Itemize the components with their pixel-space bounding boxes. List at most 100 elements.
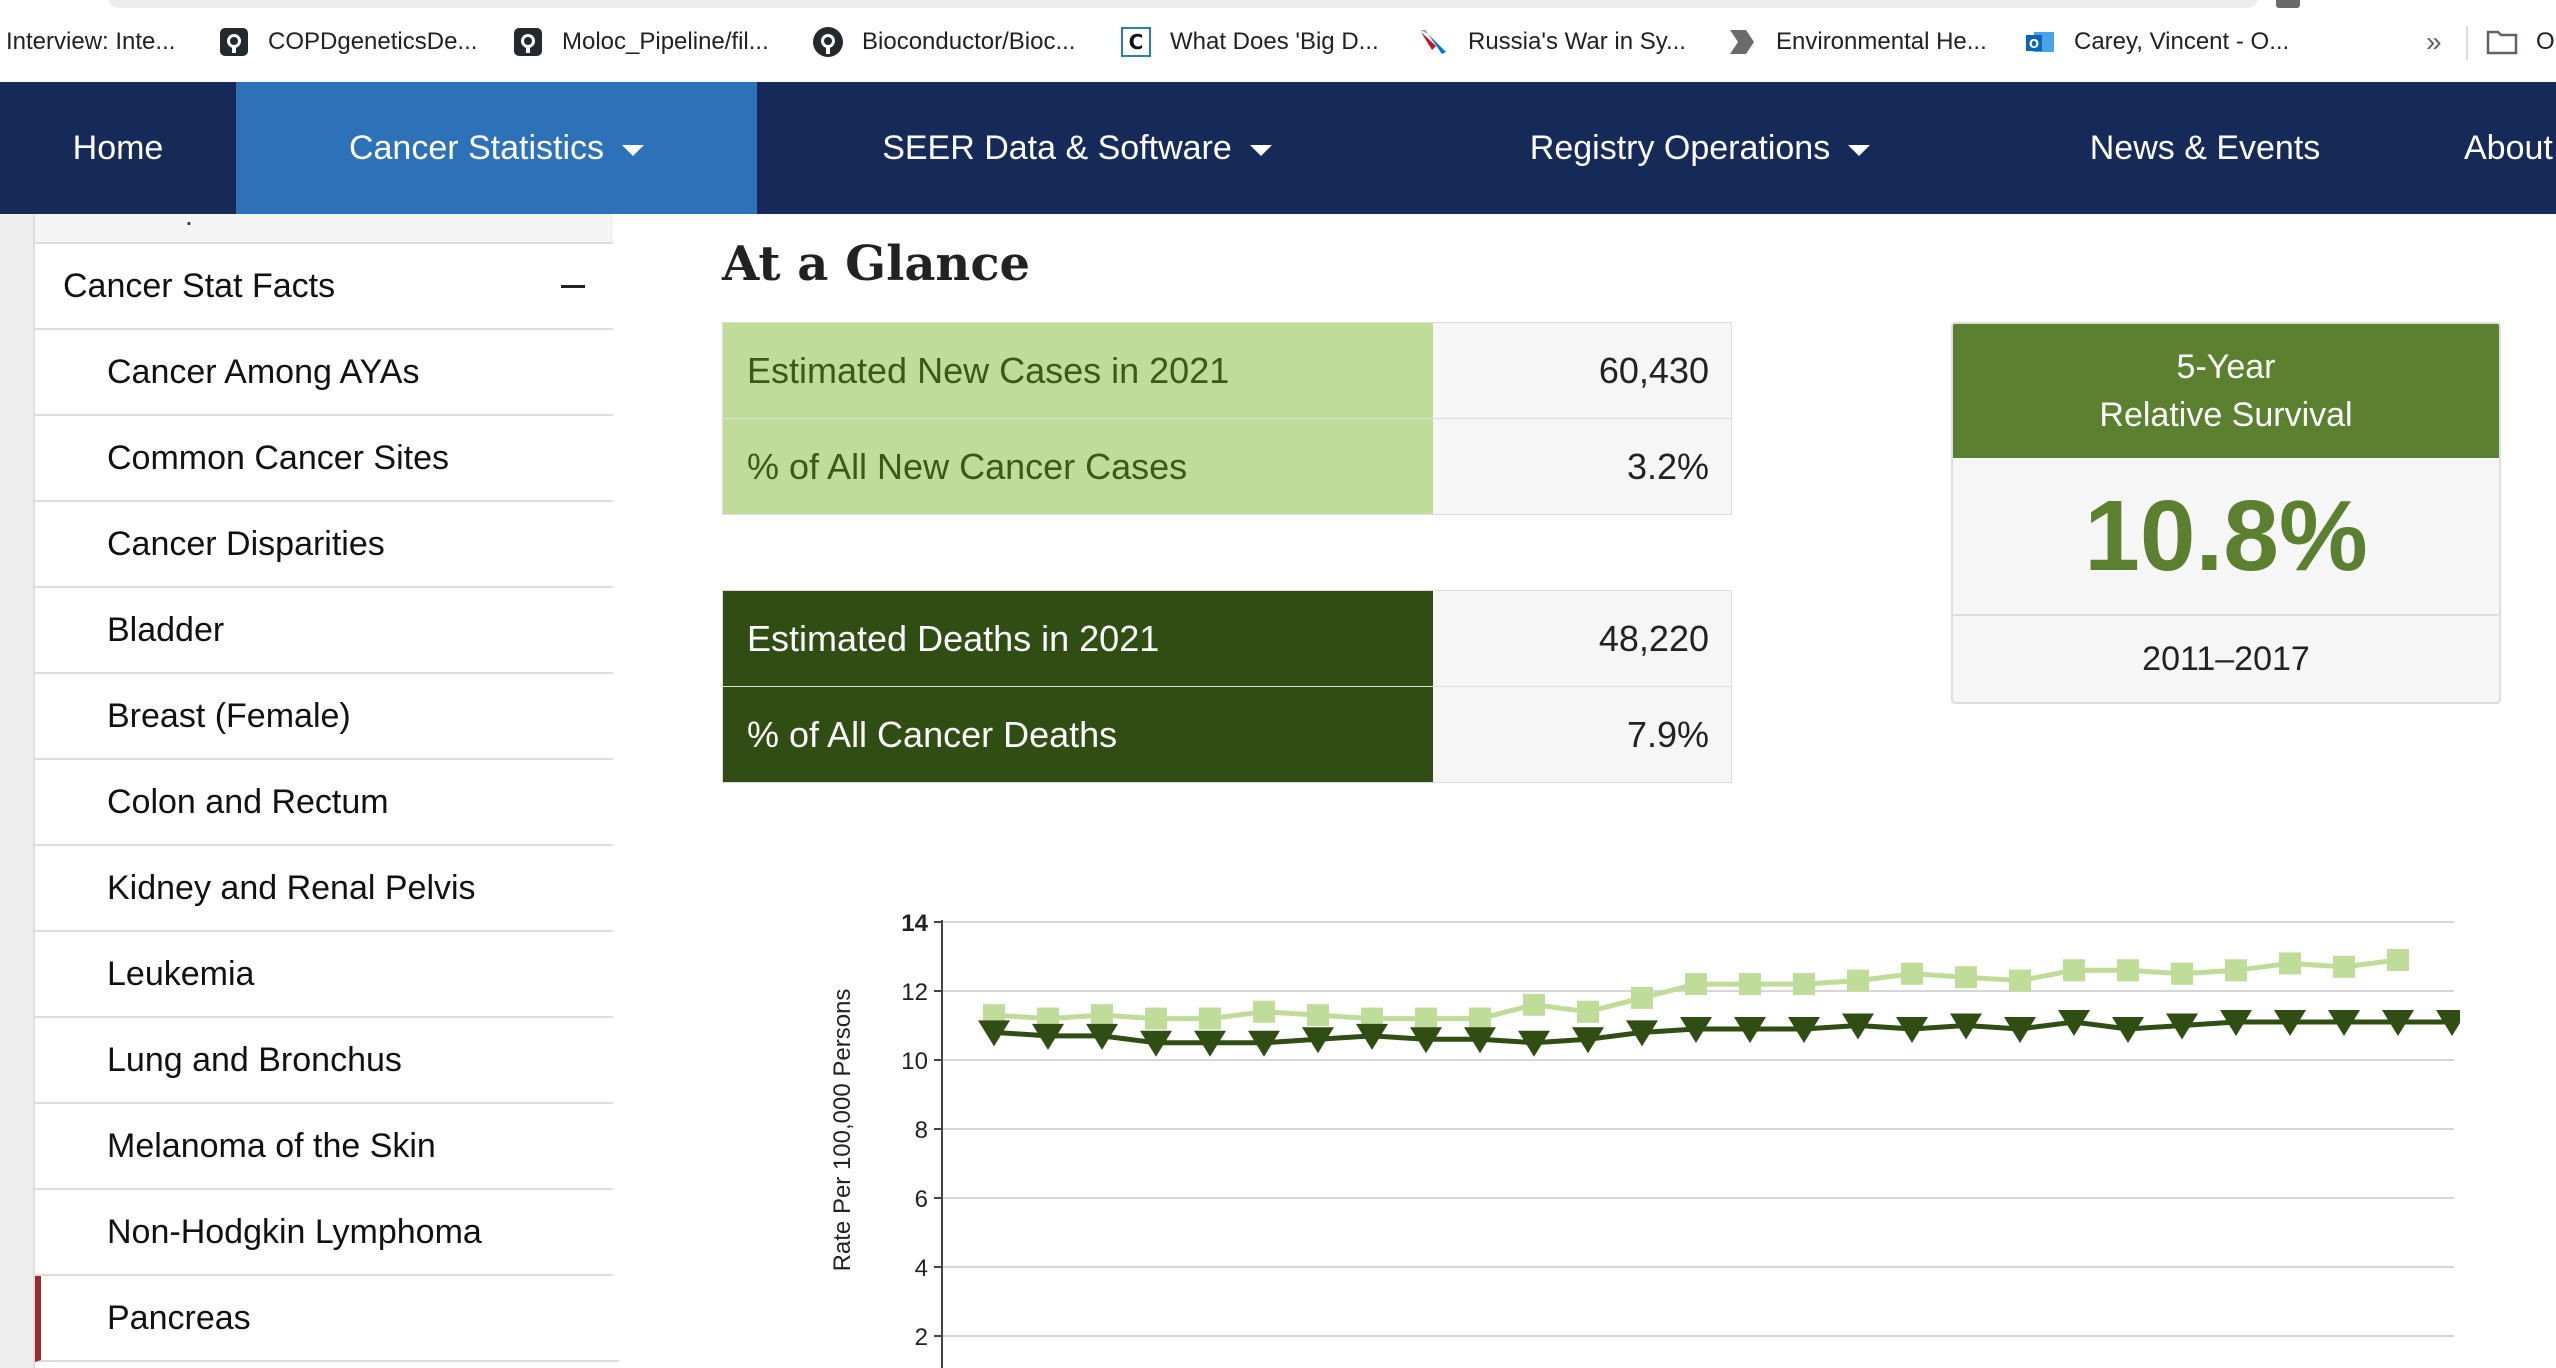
sidebar-item-non-hodgkin-lymphoma[interactable]: Non-Hodgkin Lymphoma [35, 1190, 613, 1276]
stat-value: 60,430 [1598, 349, 1709, 391]
nav-label: About [2464, 128, 2553, 167]
series-marker-square [1523, 993, 1545, 1016]
sidebar-item-label: Kidney and Renal Pelvis [107, 868, 476, 907]
y-tick-label: 2 [915, 1324, 928, 1351]
bookmark-label: Interview: Inte... [6, 28, 176, 55]
bookmark-item[interactable]: Moloc_Pipeline/fil... [512, 22, 769, 62]
sidebar-item-label: Pancreas [107, 1298, 251, 1337]
table-row: Estimated Deaths in 2021 48,220 [723, 591, 1731, 686]
survival-years: 2011–2017 [2142, 639, 2310, 678]
sidebar-item-common-cancer-sites[interactable]: Common Cancer Sites [35, 416, 613, 502]
bookmark-item[interactable]: C What Does 'Big D... [1120, 22, 1379, 62]
svg-text:C: C [1129, 30, 1144, 54]
sidebar-section-title: Cancer Stat Facts [63, 266, 336, 305]
collapse-minus-icon[interactable] [561, 285, 585, 288]
chart-series [978, 948, 2460, 1057]
bookmark-item[interactable]: Bioconductor/Bioc... [812, 22, 1075, 62]
bookmark-label: Russia's War in Sy... [1468, 28, 1686, 55]
series-marker-square [2117, 959, 2139, 982]
stat-value: 3.2% [1626, 445, 1709, 487]
series-marker-square [1145, 1007, 1167, 1030]
nav-label: News & Events [2089, 128, 2321, 167]
sidebar-item-leukemia[interactable]: Leukemia [35, 932, 613, 1018]
sidebar-item-bladder[interactable]: Bladder [35, 588, 613, 674]
series-marker-square [1307, 1004, 1329, 1027]
sidebar-item-pancreas[interactable]: Pancreas [35, 1276, 619, 1362]
bookmark-label: O [2536, 28, 2555, 55]
nav-registry-operations[interactable]: Registry Operations [1480, 82, 1920, 214]
series-marker-square [1793, 973, 1815, 996]
page-title: At a Glance [722, 236, 1031, 292]
stat-value: 48,220 [1598, 617, 1709, 659]
series-marker-square [1685, 973, 1707, 996]
bookmark-item[interactable]: Environmental He... [1726, 22, 1987, 62]
bookmark-item[interactable]: Russia's War in Sy... [1418, 22, 1686, 62]
c-logo-icon: C [1120, 26, 1152, 58]
series-marker-square [2171, 962, 2193, 985]
sidebar-item-label: Breast (Female) [107, 696, 351, 735]
address-bar-edge [108, 0, 2258, 8]
bookmark-item[interactable]: Interview: Inte... [6, 22, 175, 62]
github-icon [812, 26, 844, 58]
sidebar-item-label: Melanoma of the Skin [107, 1126, 436, 1165]
series-marker-square [2333, 955, 2355, 978]
caret-down-icon [1848, 144, 1871, 156]
github-icon [512, 26, 544, 58]
table-row: % of All Cancer Deaths 7.9% [723, 686, 1731, 782]
survival-heading-line: Relative Survival [2099, 396, 2353, 434]
nav-seer-data-software[interactable]: SEER Data & Software [757, 82, 1397, 214]
sidebar-item-kidney-and-renal-pelvis[interactable]: Kidney and Renal Pelvis [35, 846, 613, 932]
sidebar-item-label: Common Cancer Sites [107, 438, 450, 477]
nav-home[interactable]: Home [0, 82, 236, 214]
nav-cancer-statistics[interactable]: Cancer Statistics [236, 82, 757, 214]
bookmark-item[interactable]: O Carey, Vincent - O... [2024, 22, 2289, 62]
nav-label: SEER Data & Software [882, 128, 1232, 167]
series-marker-square [1253, 1000, 1275, 1023]
stat-value: 7.9% [1626, 713, 1709, 755]
series-marker-square [2009, 969, 2031, 992]
y-tick-label: 10 [901, 1048, 928, 1075]
stat-label: Estimated New Cases in 2021 [723, 323, 1433, 418]
y-tick-label: 4 [915, 1255, 928, 1282]
more-bookmarks-chevron-icon[interactable]: » [2426, 22, 2442, 62]
sidebar: . Cancer Stat Facts Cancer Among AYAs Co… [35, 214, 619, 1368]
y-tick-label: 12 [901, 979, 928, 1006]
nav-label: Cancer Statistics [348, 128, 605, 167]
trend-chart: 2 4 6 8 10 12 14 Rate Per 100,000 Persons [829, 910, 2460, 1368]
nav-about[interactable]: About [2440, 82, 2556, 214]
series-marker-square [2225, 959, 2247, 982]
survival-heading: 5-Year Relative Survival [1953, 324, 2499, 458]
page-edge-strip [0, 214, 34, 1368]
stat-label: % of All Cancer Deaths [723, 687, 1433, 782]
sidebar-item-breast-female[interactable]: Breast (Female) [35, 674, 613, 760]
stat-label: Estimated Deaths in 2021 [723, 591, 1433, 686]
stat-label: % of All New Cancer Cases [723, 419, 1433, 514]
sidebar-item-colon-and-rectum[interactable]: Colon and Rectum [35, 760, 613, 846]
series-marker-square [2387, 948, 2409, 971]
sidebar-item-cut-off[interactable]: . [35, 214, 613, 244]
table-row: % of All New Cancer Cases 3.2% [723, 418, 1731, 514]
series-marker-square [1415, 1007, 1437, 1030]
nav-news-events[interactable]: News & Events [2050, 82, 2360, 214]
y-tick-label: 8 [915, 1117, 928, 1144]
sidebar-item-cancer-among-ayas[interactable]: Cancer Among AYAs [35, 330, 613, 416]
sidebar-item-melanoma-of-the-skin[interactable]: Melanoma of the Skin [35, 1104, 613, 1190]
sidebar-section-header[interactable]: Cancer Stat Facts [35, 244, 613, 330]
sidebar-item-label: Cancer Disparities [107, 524, 385, 563]
other-bookmarks-folder[interactable]: O [2486, 22, 2555, 62]
github-icon [218, 26, 250, 58]
bookmark-label: Moloc_Pipeline/fil... [562, 28, 769, 55]
folder-icon [2486, 26, 2518, 58]
series-marker-square [1577, 1000, 1599, 1023]
sidebar-item-lung-and-bronchus[interactable]: Lung and Bronchus [35, 1018, 613, 1104]
survival-card: 5-Year Relative Survival 10.8% 2011–2017 [1951, 322, 2501, 704]
bookmark-label: Bioconductor/Bioc... [862, 28, 1076, 55]
sidebar-item-cancer-disparities[interactable]: Cancer Disparities [35, 502, 613, 588]
sidebar-item-label: Bladder [107, 610, 225, 649]
bookmark-label: Environmental He... [1776, 28, 1987, 55]
bookmark-item[interactable]: COPDgeneticsDe... [218, 22, 477, 62]
bookmark-label: What Does 'Big D... [1170, 28, 1379, 55]
sidebar-item-label: Cancer Among AYAs [107, 352, 420, 391]
chevron-tag-icon [1726, 26, 1758, 58]
series-marker-square [1847, 969, 1869, 992]
